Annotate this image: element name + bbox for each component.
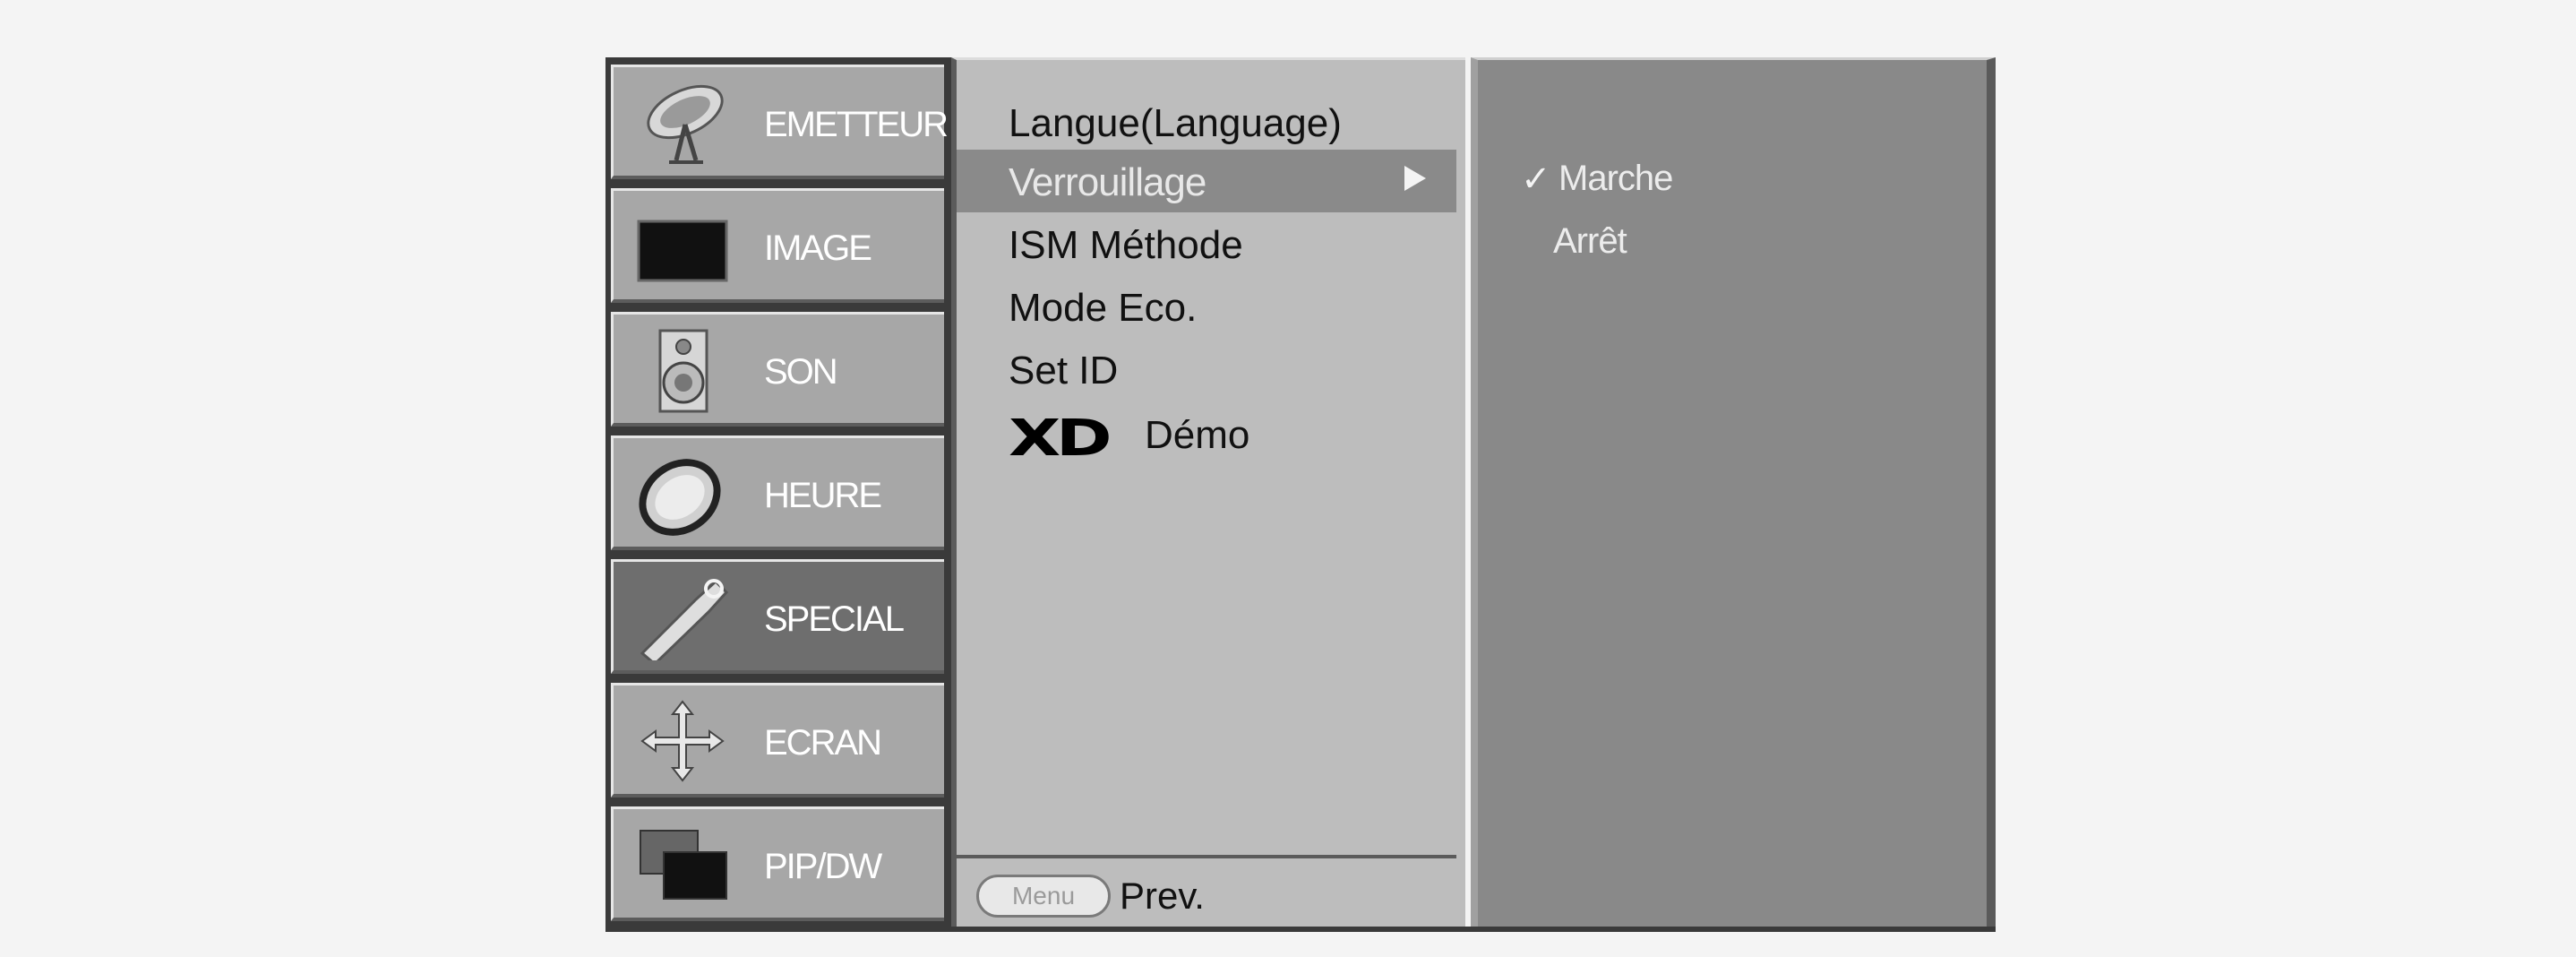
osd-menu: EMETTEUR IMAGE SON HEURE SPECIAL ECRAN P… — [605, 57, 1996, 932]
speaker-icon — [633, 327, 732, 413]
arrow-right-icon — [1404, 166, 1426, 191]
submenu-item-label: Set ID — [1009, 349, 1119, 392]
satellite-dish-icon — [633, 80, 732, 166]
menu-item-label: SPECIAL — [764, 599, 905, 639]
special-submenu: Langue(Language) Verrouillage ISM Méthod… — [951, 57, 1465, 932]
menu-item-label: ECRAN — [764, 723, 882, 763]
submenu-footer: Menu Prev. — [957, 855, 1456, 932]
menu-item-special[interactable]: SPECIAL — [611, 559, 944, 674]
menu-button[interactable]: Menu — [976, 875, 1111, 918]
tv-screen-icon — [633, 203, 732, 289]
menu-item-heure[interactable]: HEURE — [611, 435, 944, 550]
clock-icon — [633, 451, 732, 537]
menu-item-label: EMETTEUR — [764, 105, 949, 144]
menu-item-label: PIP/DW — [764, 847, 882, 886]
submenu-item-verrouillage[interactable]: Verrouillage — [957, 150, 1456, 212]
submenu-item-label: Langue(Language) — [1009, 101, 1342, 145]
submenu-item-label: ISM Méthode — [1009, 223, 1243, 267]
submenu-item-label: Démo — [1145, 413, 1250, 457]
option-label: Arrêt — [1553, 221, 1627, 261]
tag-icon — [633, 574, 732, 667]
prev-label: Prev. — [1120, 875, 1205, 917]
lock-options-panel: ✓ Marche Arrêt — [1471, 57, 1996, 932]
osd-bottom-edge — [605, 927, 1996, 932]
submenu-item-label: Verrouillage — [1009, 160, 1206, 204]
submenu-item-ism-methode[interactable]: ISM Méthode — [957, 212, 1456, 275]
move-arrows-icon — [633, 698, 732, 784]
submenu-item-langue[interactable]: Langue(Language) — [957, 91, 1456, 153]
main-menu: EMETTEUR IMAGE SON HEURE SPECIAL ECRAN P… — [605, 57, 951, 932]
xd-logo: XD — [1009, 410, 1112, 468]
menu-item-label: SON — [764, 352, 838, 392]
menu-item-image[interactable]: IMAGE — [611, 188, 944, 303]
checkmark-icon: ✓ — [1521, 160, 1551, 199]
option-marche[interactable]: ✓ Marche — [1521, 159, 1673, 199]
submenu-item-set-id[interactable]: Set ID — [957, 338, 1456, 401]
menu-item-label: IMAGE — [764, 228, 872, 268]
menu-item-son[interactable]: SON — [611, 312, 944, 427]
option-arret[interactable]: Arrêt — [1553, 221, 1627, 262]
menu-item-pip-dw[interactable]: PIP/DW — [611, 806, 944, 921]
submenu-item-mode-eco[interactable]: Mode Eco. — [957, 275, 1456, 338]
menu-item-emetteur[interactable]: EMETTEUR — [611, 65, 949, 179]
submenu-item-label: Mode Eco. — [1009, 286, 1198, 330]
menu-item-ecran[interactable]: ECRAN — [611, 683, 944, 798]
menu-item-label: HEURE — [764, 476, 882, 515]
option-label: Marche — [1558, 159, 1673, 198]
submenu-item-xd-demo[interactable]: XD Démo — [957, 401, 1456, 468]
pip-windows-icon — [633, 822, 732, 908]
